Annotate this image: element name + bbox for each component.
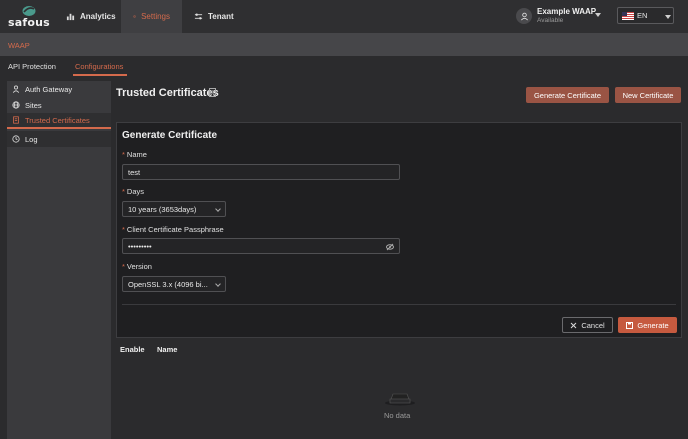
passphrase-input[interactable]: ••••••••• (122, 238, 400, 254)
generate-certificate-panel: Generate Certificate * Name test * Days 10… (116, 122, 682, 338)
nav-settings-label: Settings (141, 12, 170, 21)
required-marker: * (122, 262, 125, 271)
chevron-down-icon (215, 206, 221, 212)
avatar (516, 8, 532, 24)
required-marker: * (122, 150, 125, 159)
history-icon (12, 135, 20, 143)
cancel-button[interactable]: Cancel (562, 317, 613, 333)
days-select-value: 10 years (3653days) (128, 205, 197, 214)
empty-inbox-icon (385, 393, 415, 406)
cancel-label: Cancel (581, 320, 605, 330)
chevron-down-icon (595, 13, 601, 17)
sliders-icon (194, 13, 203, 20)
generate-label: Generate (637, 320, 669, 330)
sidebar-item-log[interactable]: Log (7, 131, 111, 147)
nav-settings[interactable]: Settings (121, 0, 182, 33)
passphrase-field-label: * Client Certificate Passphrase (122, 225, 224, 234)
user-avatar-icon (520, 12, 528, 20)
sidebar-item-label: Trusted Certificates (25, 115, 90, 125)
passphrase-value: ••••••••• (128, 242, 152, 251)
chevron-down-icon (215, 281, 221, 287)
user-status: Available (537, 17, 564, 24)
certificate-icon (13, 116, 19, 124)
days-select[interactable]: 10 years (3653days) (122, 201, 226, 217)
safous-logo[interactable]: safous (8, 4, 52, 30)
close-icon (570, 322, 577, 328)
generate-certificate-button[interactable]: Generate Certificate (526, 87, 609, 103)
us-flag-icon (622, 12, 634, 20)
user-menu[interactable]: Example WAAP Available (514, 5, 604, 28)
top-nav-bar: safous Analytics Settings Tenant Example… (0, 0, 688, 33)
sidebar-item-label: Auth Gateway (25, 84, 73, 94)
bar-chart-icon (66, 13, 75, 21)
sidebar-item-trusted-certificates[interactable]: Trusted Certificates (7, 113, 111, 129)
version-label-text: Version (126, 262, 152, 271)
language-code: EN (637, 11, 648, 20)
gear-icon (133, 15, 136, 18)
tab-api-protection[interactable]: API Protection (8, 62, 56, 71)
name-input[interactable]: test (122, 164, 400, 180)
document-icon (209, 88, 216, 97)
generate-button[interactable]: Generate (618, 317, 677, 333)
days-field-label: * Days (122, 187, 144, 196)
form-divider (122, 304, 676, 305)
days-label-text: Days (126, 187, 145, 196)
empty-state-label: No data (384, 411, 411, 420)
panel-title: Generate Certificate (122, 130, 218, 141)
nav-analytics-label: Analytics (80, 12, 116, 21)
chevron-down-icon (665, 15, 671, 19)
name-label-text: Name (126, 150, 147, 159)
tab-bar: API Protection Configurations (0, 56, 688, 77)
language-select[interactable]: EN (617, 7, 674, 24)
required-marker: * (122, 187, 125, 196)
version-field-label: * Version (122, 262, 152, 271)
name-field-label: * Name (122, 150, 147, 159)
user-name: Example WAAP (537, 7, 597, 16)
required-marker: * (122, 225, 125, 234)
empty-state (380, 390, 420, 408)
section-label: WAAP (8, 41, 30, 50)
save-icon (626, 321, 634, 329)
globe-icon (12, 101, 20, 109)
column-header-enable[interactable]: Enable (120, 345, 145, 354)
sidebar: Auth Gateway Sites Trusted Certificates … (7, 81, 111, 439)
version-select-value: OpenSSL 3.x (4096 bi... (128, 280, 208, 289)
tab-configurations[interactable]: Configurations (75, 62, 123, 71)
sidebar-item-auth-gateway[interactable]: Auth Gateway (7, 81, 111, 97)
eye-icon[interactable] (386, 243, 394, 251)
sidebar-item-label: Log (25, 134, 38, 144)
version-select[interactable]: OpenSSL 3.x (4096 bi... (122, 276, 226, 292)
nav-tenant-label: Tenant (208, 12, 234, 21)
section-strip: WAAP (0, 33, 688, 56)
nav-analytics[interactable]: Analytics (54, 0, 128, 33)
brand-name: safous (8, 16, 50, 29)
passphrase-label-text: Client Certificate Passphrase (126, 225, 224, 234)
new-certificate-button[interactable]: New Certificate (615, 87, 681, 103)
active-tab-indicator (73, 74, 127, 76)
sidebar-item-label: Sites (25, 100, 42, 110)
column-header-name[interactable]: Name (157, 345, 177, 354)
sidebar-item-sites[interactable]: Sites (7, 97, 111, 113)
nav-tenant[interactable]: Tenant (182, 0, 246, 33)
page-title: Trusted Certificates (116, 87, 219, 99)
user-icon (12, 85, 20, 93)
